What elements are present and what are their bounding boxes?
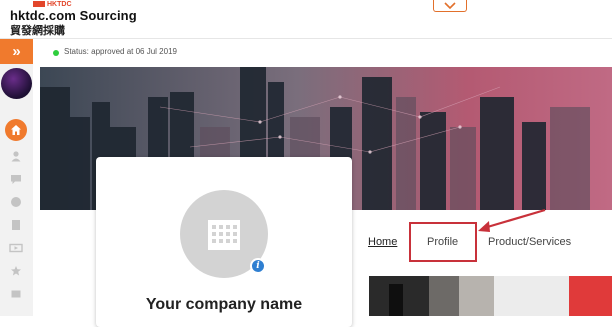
approval-status-text: Status: approved at 06 Jul 2019 [64, 47, 177, 56]
sidebar-item-favourites[interactable] [7, 262, 25, 280]
chevron-down-icon [444, 2, 456, 9]
sidebar-item-messages[interactable] [7, 170, 25, 188]
star-icon [11, 266, 21, 276]
sidebar-item-documents[interactable] [7, 216, 25, 234]
document-icon [12, 220, 20, 230]
globe-icon [11, 197, 21, 207]
avatar[interactable] [1, 68, 32, 99]
user-icon [11, 151, 21, 162]
sidebar-item-globe[interactable] [7, 193, 25, 211]
company-profile-card: i Your company name [96, 157, 352, 327]
chat-icon [11, 175, 21, 184]
building-icon [208, 220, 240, 250]
site-name[interactable]: hktdc.com Sourcing [10, 8, 137, 23]
hktdc-logo-text: HKTDC [47, 1, 72, 8]
annotation-arrow [478, 208, 546, 232]
home-icon [11, 125, 21, 135]
status-bar: Status: approved at 06 Jul 2019 [33, 39, 612, 67]
left-sidebar: » [0, 39, 33, 316]
top-bar: HKTDC hktdc.com Sourcing 貿發網採購 [0, 0, 612, 39]
sidebar-item-profile[interactable] [7, 147, 25, 165]
status-indicator-dot [53, 50, 59, 56]
sidebar-item-home[interactable] [5, 119, 27, 141]
product-preview-image [369, 276, 612, 316]
site-name-chinese[interactable]: 貿發網採購 [10, 22, 65, 38]
hktdc-logo[interactable]: HKTDC [33, 1, 72, 8]
info-icon[interactable]: i [250, 258, 266, 274]
video-icon [9, 243, 23, 253]
sidebar-item-video[interactable] [7, 239, 25, 257]
book-icon [11, 290, 21, 298]
sidebar-item-catalogue[interactable] [7, 285, 25, 303]
header-dropdown-toggle[interactable] [433, 0, 467, 12]
company-name-heading: Your company name [145, 296, 303, 313]
tab-home[interactable]: Home [368, 236, 397, 248]
double-chevron-right-icon: » [12, 43, 21, 60]
sidebar-expand-button[interactable]: » [0, 39, 33, 64]
profile-highlight-box [409, 222, 477, 262]
